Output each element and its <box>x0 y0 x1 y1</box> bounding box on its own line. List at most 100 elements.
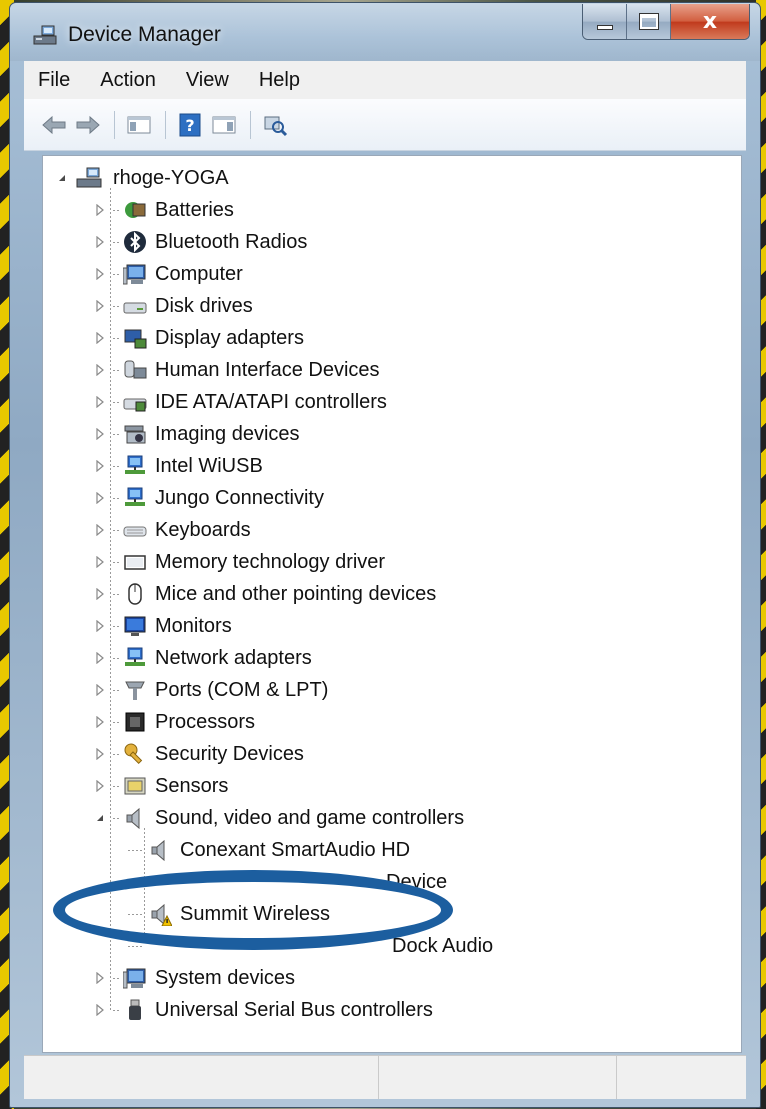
tree-connector <box>113 785 121 787</box>
status-bar <box>24 1055 746 1099</box>
expand-arrow-icon[interactable] <box>93 619 107 633</box>
tree-category-label: Computer <box>155 262 243 285</box>
expand-arrow-icon[interactable] <box>93 683 107 697</box>
expand-arrow-icon[interactable] <box>93 235 107 249</box>
tree-category-item[interactable]: Security Devices <box>93 738 304 770</box>
scan-hardware-changes-button[interactable] <box>259 110 291 140</box>
tree-category-item[interactable]: Monitors <box>93 610 232 642</box>
tree-device-item-warning[interactable]: Summit Wireless <box>128 898 330 930</box>
expand-arrow-icon[interactable] <box>93 523 107 537</box>
imaging-device-icon <box>124 425 146 444</box>
menu-view[interactable]: View <box>186 69 229 92</box>
expand-arrow-icon[interactable] <box>93 299 107 313</box>
expand-arrow-icon[interactable] <box>93 587 107 601</box>
tree-category-item[interactable]: Jungo Connectivity <box>93 482 324 514</box>
scan-hardware-changes-icon <box>264 116 288 136</box>
caption-buttons: x <box>582 4 750 40</box>
tree-category-item[interactable]: Universal Serial Bus controllers <box>93 994 433 1026</box>
menu-file[interactable]: File <box>38 69 70 92</box>
close-button[interactable]: x <box>671 4 749 39</box>
tree-connector <box>113 241 121 243</box>
battery-icon <box>125 202 146 218</box>
tree-device-item[interactable]: Dock Audio <box>128 930 493 962</box>
device-manager-icon <box>33 25 57 45</box>
back-button[interactable] <box>38 110 70 140</box>
show-hide-console-tree-icon <box>127 116 151 133</box>
tree-connector <box>113 817 121 819</box>
mouse-icon <box>128 583 142 605</box>
expand-arrow-icon[interactable] <box>93 651 107 665</box>
collapse-arrow-icon[interactable] <box>55 171 69 185</box>
tree-category-item[interactable]: Sensors <box>93 770 228 802</box>
toolbar: ? <box>24 99 746 151</box>
expand-arrow-icon[interactable] <box>93 779 107 793</box>
tree-category-item[interactable]: IDE ATA/ATAPI controllers <box>93 386 387 418</box>
tree-connector <box>113 273 121 275</box>
tree-category-item[interactable]: Ports (COM & LPT) <box>93 674 328 706</box>
tree-device-item[interactable]: Device <box>128 866 447 898</box>
tree-category-item[interactable]: Disk drives <box>93 290 253 322</box>
help-icon: ? <box>179 113 201 136</box>
tree-device-label: Conexant SmartAudio HD <box>180 838 411 861</box>
tree-category-label: IDE ATA/ATAPI controllers <box>155 390 387 413</box>
tree-category-item[interactable]: Intel WiUSB <box>93 450 263 482</box>
expand-arrow-icon[interactable] <box>93 971 107 985</box>
expand-arrow-icon[interactable] <box>93 203 107 217</box>
expand-arrow-icon[interactable] <box>93 267 107 281</box>
tree-category-item[interactable]: Bluetooth Radios <box>93 226 307 258</box>
show-hide-console-tree-button[interactable] <box>123 110 155 140</box>
expand-arrow-icon[interactable] <box>93 427 107 441</box>
title-bar[interactable]: Device Manager x <box>10 3 760 61</box>
status-segment <box>24 1056 379 1099</box>
tree-category-label: Processors <box>155 710 256 733</box>
menu-help[interactable]: Help <box>259 69 300 92</box>
tree-connector <box>113 433 121 435</box>
window-title: Device Manager <box>68 23 221 46</box>
expand-arrow-icon[interactable] <box>93 555 107 569</box>
minimize-button[interactable] <box>583 4 627 39</box>
expand-arrow-icon[interactable] <box>93 747 107 761</box>
tree-category-item[interactable]: Mice and other pointing devices <box>93 578 436 610</box>
computer-icon <box>123 264 146 285</box>
expand-arrow-icon[interactable] <box>93 1003 107 1017</box>
tree-category-item[interactable]: Human Interface Devices <box>93 354 380 386</box>
tree-category-label: Memory technology driver <box>155 550 386 573</box>
tree-category-item[interactable]: Sound, video and game controllers <box>93 802 464 834</box>
expand-arrow-icon[interactable] <box>93 459 107 473</box>
computer-network-icon <box>76 167 102 188</box>
monitor-icon <box>124 616 146 636</box>
forward-button[interactable] <box>72 110 104 140</box>
expand-arrow-icon[interactable] <box>93 395 107 409</box>
collapse-arrow-icon[interactable] <box>93 811 107 825</box>
tree-category-label: Monitors <box>155 614 232 637</box>
tree-category-label: Mice and other pointing devices <box>155 582 437 605</box>
tree-category-label: Jungo Connectivity <box>155 486 324 509</box>
tree-connector <box>113 465 121 467</box>
tree-category-item[interactable]: System devices <box>93 962 295 994</box>
tree-device-item[interactable]: Conexant SmartAudio HD <box>128 834 410 866</box>
tree-connector <box>128 945 144 947</box>
show-hide-action-pane-button[interactable] <box>208 110 240 140</box>
tree-category-item[interactable]: Keyboards <box>93 514 251 546</box>
tree-connector <box>113 369 121 371</box>
tree-category-item[interactable]: Display adapters <box>93 322 304 354</box>
expand-arrow-icon[interactable] <box>93 331 107 345</box>
tree-category-item[interactable]: Computer <box>93 258 243 290</box>
maximize-button[interactable] <box>627 4 671 39</box>
device-tree[interactable]: rhoge-YOGA Batteries Bluetooth Radios Comp… <box>42 155 742 1053</box>
tree-category-item[interactable]: Processors <box>93 706 255 738</box>
help-button[interactable]: ? <box>174 110 206 140</box>
tree-category-label: Universal Serial Bus controllers <box>155 998 433 1021</box>
toolbar-separator <box>250 110 251 139</box>
tree-root[interactable]: rhoge-YOGA <box>55 162 229 194</box>
tree-category-item[interactable]: Memory technology driver <box>93 546 385 578</box>
speaker-icon <box>126 807 140 830</box>
expand-arrow-icon[interactable] <box>93 715 107 729</box>
expand-arrow-icon[interactable] <box>93 363 107 377</box>
memory-icon <box>124 555 146 570</box>
tree-category-item[interactable]: Network adapters <box>93 642 312 674</box>
tree-category-item[interactable]: Imaging devices <box>93 418 300 450</box>
tree-category-item[interactable]: Batteries <box>93 194 234 226</box>
menu-action[interactable]: Action <box>100 69 156 92</box>
expand-arrow-icon[interactable] <box>93 491 107 505</box>
